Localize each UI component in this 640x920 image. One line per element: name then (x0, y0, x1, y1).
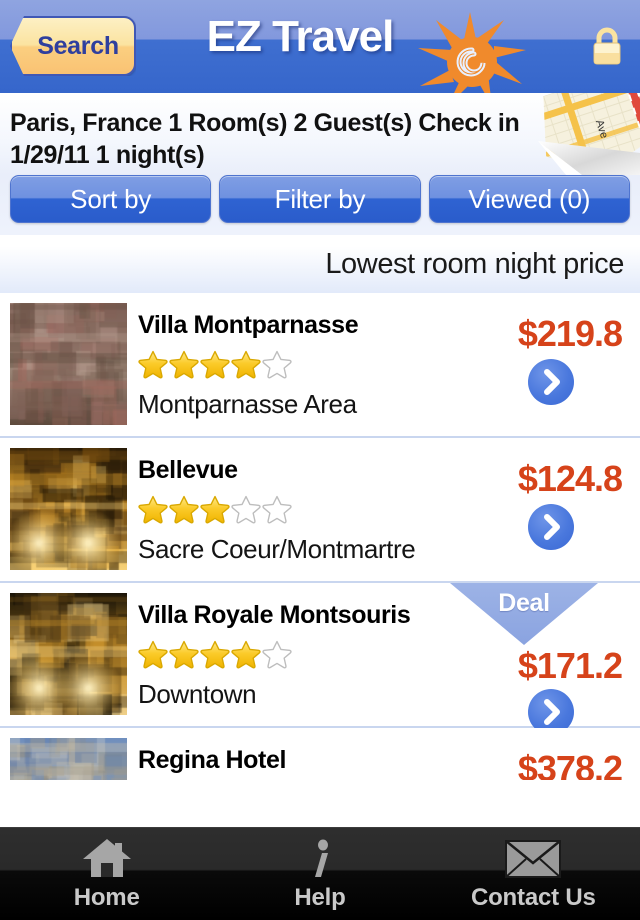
hotel-list-item[interactable]: Regina Hotel $378.2 (0, 728, 640, 780)
tab-home[interactable]: Home (0, 828, 213, 920)
hotel-name: Villa Montparnasse (138, 311, 359, 339)
hotel-thumbnail (10, 303, 127, 425)
hotel-thumbnail (10, 593, 127, 715)
hotel-thumbnail (10, 738, 127, 780)
hotel-star-rating (138, 639, 292, 669)
hotel-thumbnail (10, 448, 127, 570)
star-filled-icon (138, 640, 168, 669)
star-filled-icon (231, 640, 261, 669)
sort-criteria-label: Lowest room night price (325, 247, 624, 280)
info-icon (304, 836, 336, 882)
star-empty-icon (231, 495, 261, 524)
hotel-name: Bellevue (138, 456, 238, 484)
hotel-name: Regina Hotel (138, 746, 286, 774)
search-summary-bar: Paris, France 1 Room(s) 2 Guest(s) Check… (0, 93, 640, 175)
hotel-price: $171.2 (517, 645, 623, 686)
tab-help-label: Help (294, 884, 346, 911)
viewed-button[interactable]: Viewed (0) (428, 175, 630, 223)
filter-by-label: Filter by (274, 183, 366, 214)
sort-by-button[interactable]: Sort by (10, 175, 212, 223)
chevron-right-icon (544, 514, 560, 540)
search-summary-text: Paris, France 1 Room(s) 2 Guest(s) Check… (10, 109, 520, 169)
hotel-star-rating (138, 349, 292, 379)
star-filled-icon (169, 350, 199, 379)
tab-contact-us[interactable]: Contact Us (427, 828, 640, 920)
hotel-area: Montparnasse Area (138, 389, 357, 419)
filter-by-button[interactable]: Filter by (219, 175, 421, 223)
star-filled-icon (169, 640, 199, 669)
sort-criteria-band: Lowest room night price (0, 235, 640, 293)
star-filled-icon (138, 495, 168, 524)
hotel-results-list[interactable]: Villa Montparnasse Montparnasse Area $219.… (0, 293, 640, 780)
envelope-icon (504, 836, 562, 882)
filter-toolbar: Sort by Filter by Viewed (0) (0, 175, 640, 235)
sort-by-label: Sort by (70, 183, 152, 214)
deal-ribbon-label: Deal (498, 589, 550, 617)
star-filled-icon (169, 495, 199, 524)
hotel-price: $219.8 (517, 313, 623, 354)
star-empty-icon (262, 495, 292, 524)
app-header: Search EZ Travel (0, 0, 640, 93)
hotel-list-item[interactable]: Bellevue Sacre Coeur/Montmartre $124.8 (0, 438, 640, 583)
sun-logo-icon (418, 12, 528, 93)
star-filled-icon (138, 350, 168, 379)
viewed-label: Viewed (0) (468, 183, 591, 214)
chevron-right-icon (544, 369, 560, 395)
hotel-area: Downtown (138, 679, 257, 709)
map-thumbnail-icon: Ave (520, 93, 640, 175)
tab-contact-label: Contact Us (470, 884, 596, 911)
tab-home-label: Home (73, 884, 140, 911)
bottom-tab-bar: Home Help Contact Us (0, 827, 640, 920)
hotel-name: Villa Royale Montsouris (138, 601, 411, 629)
home-icon (81, 836, 133, 882)
hotel-price: $378.2 (517, 748, 623, 780)
star-filled-icon (200, 350, 230, 379)
hotel-price: $124.8 (517, 458, 623, 499)
star-empty-icon (262, 350, 292, 379)
star-empty-icon (262, 640, 292, 669)
hotel-list-item[interactable]: Villa Montparnasse Montparnasse Area $219.… (0, 293, 640, 438)
hotel-detail-button[interactable] (528, 504, 574, 550)
tab-help[interactable]: Help (213, 828, 426, 920)
star-filled-icon (200, 495, 230, 524)
page-title: EZ Travel (206, 12, 395, 61)
hotel-star-rating (138, 494, 292, 524)
hotel-area: Sacre Coeur/Montmartre (138, 534, 416, 564)
star-filled-icon (231, 350, 261, 379)
hotel-detail-button[interactable] (528, 359, 574, 405)
app-root: Search EZ Travel Paris, France 1 Room(s)… (0, 0, 640, 920)
star-filled-icon (200, 640, 230, 669)
lock-icon (590, 26, 624, 66)
hotel-list-item[interactable]: Deal Villa Royale Montsouris Downtown $171.… (0, 583, 640, 735)
